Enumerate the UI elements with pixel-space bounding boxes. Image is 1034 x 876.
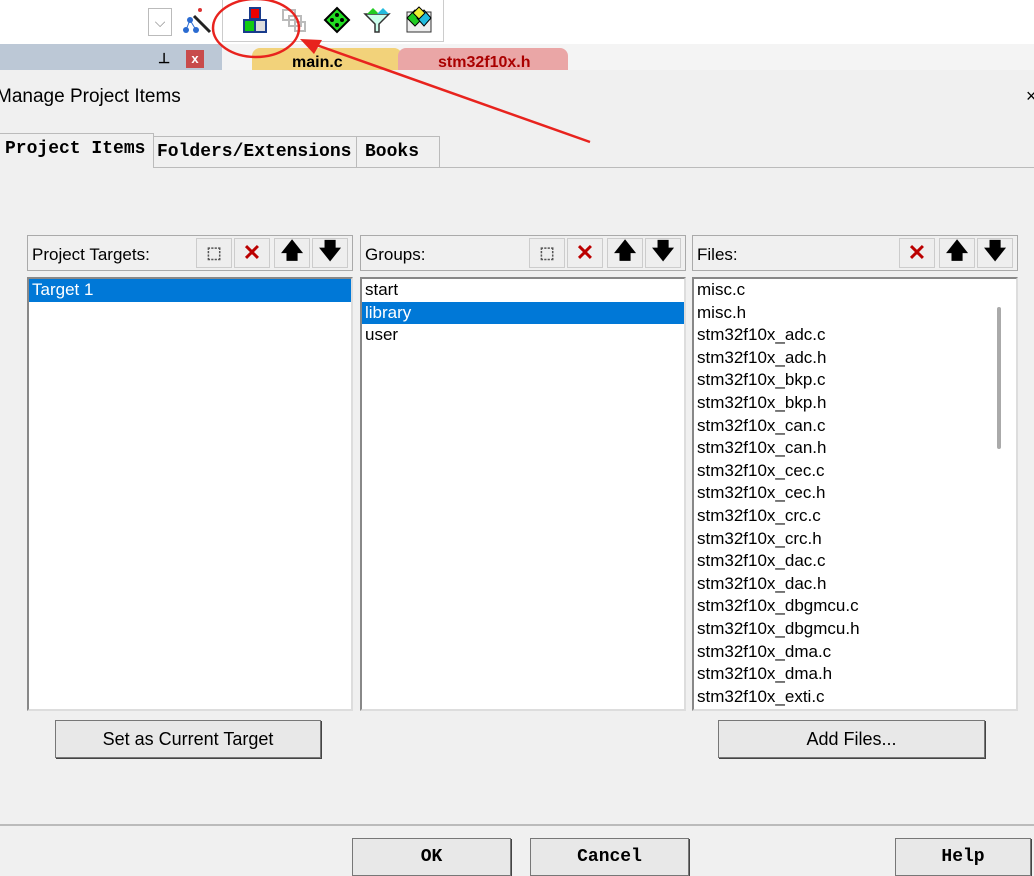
- footer-divider: [0, 824, 1034, 826]
- targets-header: Project Targets: ⬚ ✕ 🡅 🡇: [27, 235, 353, 271]
- list-item[interactable]: stm32f10x_dma.h: [694, 663, 1016, 686]
- new-target-button[interactable]: ⬚: [196, 238, 232, 268]
- add-files-button[interactable]: Add Files...: [718, 720, 985, 758]
- move-up-group-button[interactable]: 🡅: [607, 238, 643, 268]
- files-scrollbar[interactable]: [997, 307, 1001, 449]
- new-group-button[interactable]: ⬚: [529, 238, 565, 268]
- list-item[interactable]: user: [362, 324, 684, 347]
- list-item[interactable]: stm32f10x_bkp.c: [694, 369, 1016, 392]
- groups-list[interactable]: start library user: [360, 277, 686, 711]
- list-item[interactable]: stm32f10x_dbgmcu.c: [694, 595, 1016, 618]
- tab-folders-extensions[interactable]: Folders/Extensions: [148, 136, 361, 168]
- targets-label: Project Targets:: [32, 245, 150, 264]
- editor-tab-main[interactable]: main.c: [252, 48, 402, 72]
- list-item[interactable]: library: [362, 301, 684, 325]
- project-toolbar: [222, 0, 444, 42]
- list-item[interactable]: misc.h: [694, 302, 1016, 325]
- move-down-file-button[interactable]: 🡇: [977, 238, 1013, 268]
- tab-divider: [0, 167, 1034, 168]
- dropdown-icon[interactable]: ⌵: [148, 8, 172, 36]
- files-header: Files: ✕ 🡅 🡇: [692, 235, 1018, 271]
- list-item[interactable]: stm32f10x_crc.c: [694, 505, 1016, 528]
- list-item[interactable]: stm32f10x_adc.h: [694, 347, 1016, 370]
- files-label: Files:: [697, 245, 738, 264]
- list-item[interactable]: stm32f10x_adc.c: [694, 324, 1016, 347]
- wizard-icon[interactable]: [182, 6, 212, 36]
- list-item[interactable]: stm32f10x_cec.h: [694, 482, 1016, 505]
- cancel-button[interactable]: Cancel: [530, 838, 689, 876]
- move-up-file-button[interactable]: 🡅: [939, 238, 975, 268]
- list-item[interactable]: stm32f10x_dac.h: [694, 573, 1016, 596]
- list-item[interactable]: Target 1: [29, 279, 351, 302]
- files-list[interactable]: misc.c misc.h stm32f10x_adc.c stm32f10x_adc…: [692, 277, 1018, 711]
- groups-header: Groups: ⬚ ✕ 🡅 🡇: [360, 235, 686, 271]
- groups-panel: Groups: ⬚ ✕ 🡅 🡇 start library user: [360, 235, 686, 711]
- list-item[interactable]: stm32f10x_dbgmcu.h: [694, 618, 1016, 641]
- move-up-target-button[interactable]: 🡅: [274, 238, 310, 268]
- dialog-title: Manage Project Items: [0, 86, 181, 107]
- groups-label: Groups:: [365, 245, 426, 264]
- editor-tabs: main.c stm32f10x.h: [222, 44, 1034, 72]
- tab-label: stm32f10x.h: [438, 54, 531, 71]
- list-item[interactable]: stm32f10x_cec.c: [694, 460, 1016, 483]
- list-item[interactable]: start: [362, 279, 684, 302]
- list-item[interactable]: stm32f10x_dma.c: [694, 641, 1016, 664]
- help-button[interactable]: Help: [895, 838, 1031, 876]
- list-item[interactable]: stm32f10x_can.c: [694, 415, 1016, 438]
- set-current-target-button[interactable]: Set as Current Target: [55, 720, 321, 758]
- editor-tab-stm32f10x-h[interactable]: stm32f10x.h: [398, 48, 568, 72]
- manage-project-items-icon[interactable]: [241, 6, 269, 34]
- project-targets-panel: Project Targets: ⬚ ✕ 🡅 🡇 Target 1: [27, 235, 353, 711]
- project-panel-header: ⊥ x: [0, 44, 222, 70]
- delete-group-button[interactable]: ✕: [567, 238, 603, 268]
- list-item[interactable]: stm32f10x_can.h: [694, 437, 1016, 460]
- list-item[interactable]: misc.c: [694, 279, 1016, 302]
- delete-file-button[interactable]: ✕: [899, 238, 935, 268]
- pin-icon[interactable]: ⊥: [158, 50, 170, 67]
- targets-list[interactable]: Target 1: [27, 277, 353, 711]
- move-down-group-button[interactable]: 🡇: [645, 238, 681, 268]
- close-icon[interactable]: ×: [1026, 86, 1034, 107]
- tab-label: main.c: [292, 54, 343, 71]
- list-item[interactable]: stm32f10x_exti.c: [694, 686, 1016, 709]
- list-item[interactable]: stm32f10x_dac.c: [694, 550, 1016, 573]
- files-panel: Files: ✕ 🡅 🡇 misc.c misc.h stm32f10x_adc.c…: [692, 235, 1018, 711]
- green-diamond-icon[interactable]: [323, 6, 351, 34]
- delete-target-button[interactable]: ✕: [234, 238, 270, 268]
- close-panel-icon[interactable]: x: [186, 50, 204, 68]
- filter-icon[interactable]: [363, 6, 391, 34]
- list-item[interactable]: stm32f10x_bkp.h: [694, 392, 1016, 415]
- tab-project-items[interactable]: Project Items: [0, 133, 155, 168]
- move-down-target-button[interactable]: 🡇: [312, 238, 348, 268]
- list-item[interactable]: stm32f10x_crc.h: [694, 528, 1016, 551]
- tab-books[interactable]: Books: [356, 136, 440, 168]
- copy-icon[interactable]: [281, 6, 309, 34]
- ok-button[interactable]: OK: [352, 838, 511, 876]
- multi-project-icon[interactable]: [405, 6, 433, 34]
